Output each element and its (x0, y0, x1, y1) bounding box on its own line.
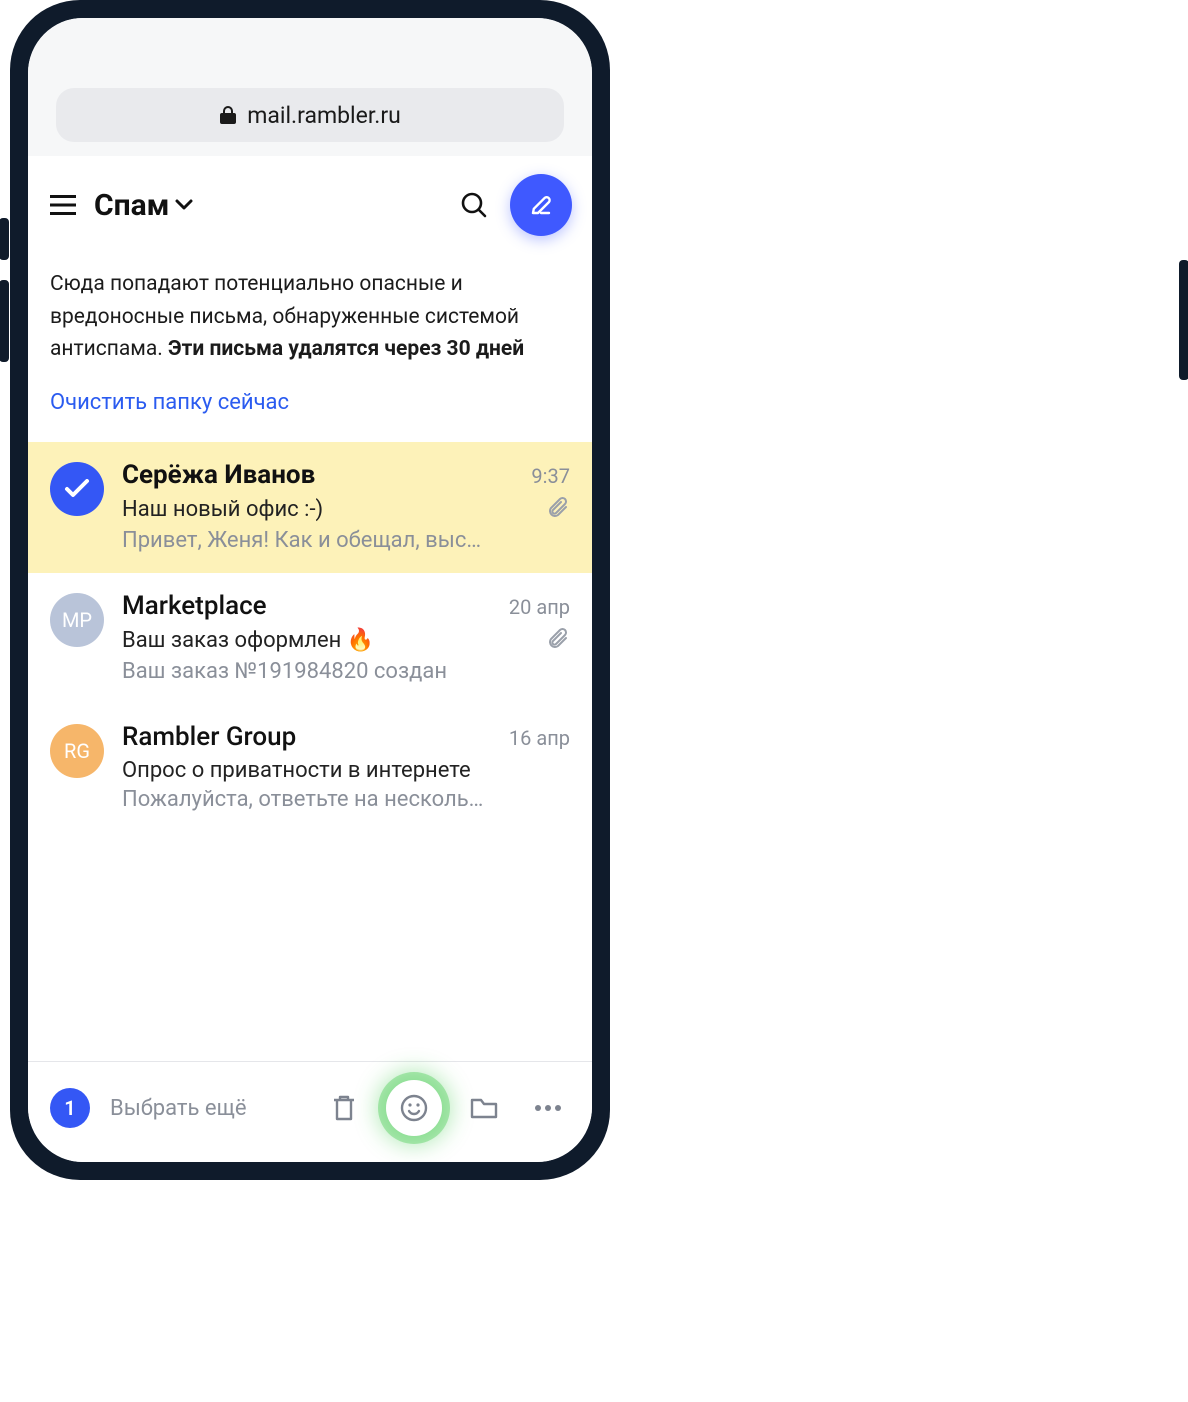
phone-screen: mail.rambler.ru Спам Сюда (28, 18, 592, 1162)
mail-item[interactable]: RG Rambler Group 16 апр Опрос о приватно… (28, 704, 592, 832)
clear-folder-link[interactable]: Очистить папку сейчас (50, 386, 570, 420)
more-icon (533, 1103, 563, 1113)
folder-name: Спам (94, 188, 169, 223)
mail-item[interactable]: Серёжа Иванов 9:37 Наш новый офис :-) Пр… (28, 442, 592, 573)
app-content: Спам Сюда попадают потенциально опасные … (28, 156, 592, 1162)
search-icon (460, 191, 488, 219)
smile-icon (399, 1093, 429, 1123)
mail-subject: Наш новый офис :-) (122, 497, 323, 522)
phone-volume-button-2 (0, 280, 9, 362)
compose-button[interactable] (510, 174, 572, 236)
mail-date: 20 апр (509, 595, 570, 619)
mail-list: Серёжа Иванов 9:37 Наш новый офис :-) Пр… (28, 442, 592, 1061)
mail-subject: Ваш заказ оформлен 🔥 (122, 628, 374, 653)
mail-preview: Привет, Женя! Как и обещал, выс… (122, 528, 570, 553)
url-text: mail.rambler.ru (247, 102, 401, 129)
folder-dropdown[interactable]: Спам (94, 188, 438, 223)
selected-count-badge[interactable]: 1 (50, 1088, 90, 1128)
mail-item[interactable]: MP Marketplace 20 апр Ваш заказ оформлен… (28, 573, 592, 704)
spam-info-block: Сюда попадают потенциально опасные и вре… (28, 254, 592, 442)
avatar[interactable]: RG (50, 724, 104, 778)
selection-toolbar: 1 Выбрать ещё (28, 1061, 592, 1162)
mail-preview: Пожалуйста, ответьте на несколь… (122, 787, 570, 812)
info-bold-text: Эти письма удалятся через 30 дней (168, 337, 524, 361)
mail-body: Серёжа Иванов 9:37 Наш новый офис :-) Пр… (122, 460, 570, 553)
avatar-initials: MP (62, 608, 92, 632)
avatar-selected[interactable] (50, 462, 104, 516)
phone-frame: mail.rambler.ru Спам Сюда (10, 0, 610, 1180)
compose-icon (527, 191, 555, 219)
more-actions-button[interactable] (526, 1086, 570, 1130)
browser-address-bar: mail.rambler.ru (28, 18, 592, 156)
folder-icon (469, 1095, 499, 1121)
phone-volume-button-1 (0, 218, 9, 260)
mail-preview: Ваш заказ №191984820 создан (122, 659, 570, 684)
mail-sender: Marketplace (122, 591, 267, 621)
attachment-icon (548, 496, 570, 524)
move-to-folder-button[interactable] (462, 1086, 506, 1130)
menu-icon[interactable] (48, 190, 78, 220)
phone-power-button (1179, 260, 1188, 380)
lock-icon (219, 105, 237, 125)
mail-sender: Rambler Group (122, 722, 296, 752)
mail-date: 9:37 (531, 464, 570, 488)
delete-button[interactable] (322, 1086, 366, 1130)
chevron-down-icon (175, 199, 193, 211)
app-header: Спам (28, 156, 592, 254)
attachment-icon (548, 627, 570, 655)
not-spam-button[interactable] (386, 1080, 442, 1136)
check-icon (64, 479, 90, 499)
select-more-label[interactable]: Выбрать ещё (110, 1096, 302, 1121)
mail-sender: Серёжа Иванов (122, 460, 315, 490)
mail-date: 16 апр (509, 726, 570, 750)
mail-subject: Опрос о приватности в интернете (122, 758, 471, 783)
url-pill[interactable]: mail.rambler.ru (56, 88, 564, 142)
avatar-initials: RG (64, 739, 90, 763)
search-button[interactable] (454, 185, 494, 225)
mail-body: Marketplace 20 апр Ваш заказ оформлен 🔥 … (122, 591, 570, 684)
mail-body: Rambler Group 16 апр Опрос о приватности… (122, 722, 570, 812)
avatar[interactable]: MP (50, 593, 104, 647)
trash-icon (330, 1093, 358, 1123)
